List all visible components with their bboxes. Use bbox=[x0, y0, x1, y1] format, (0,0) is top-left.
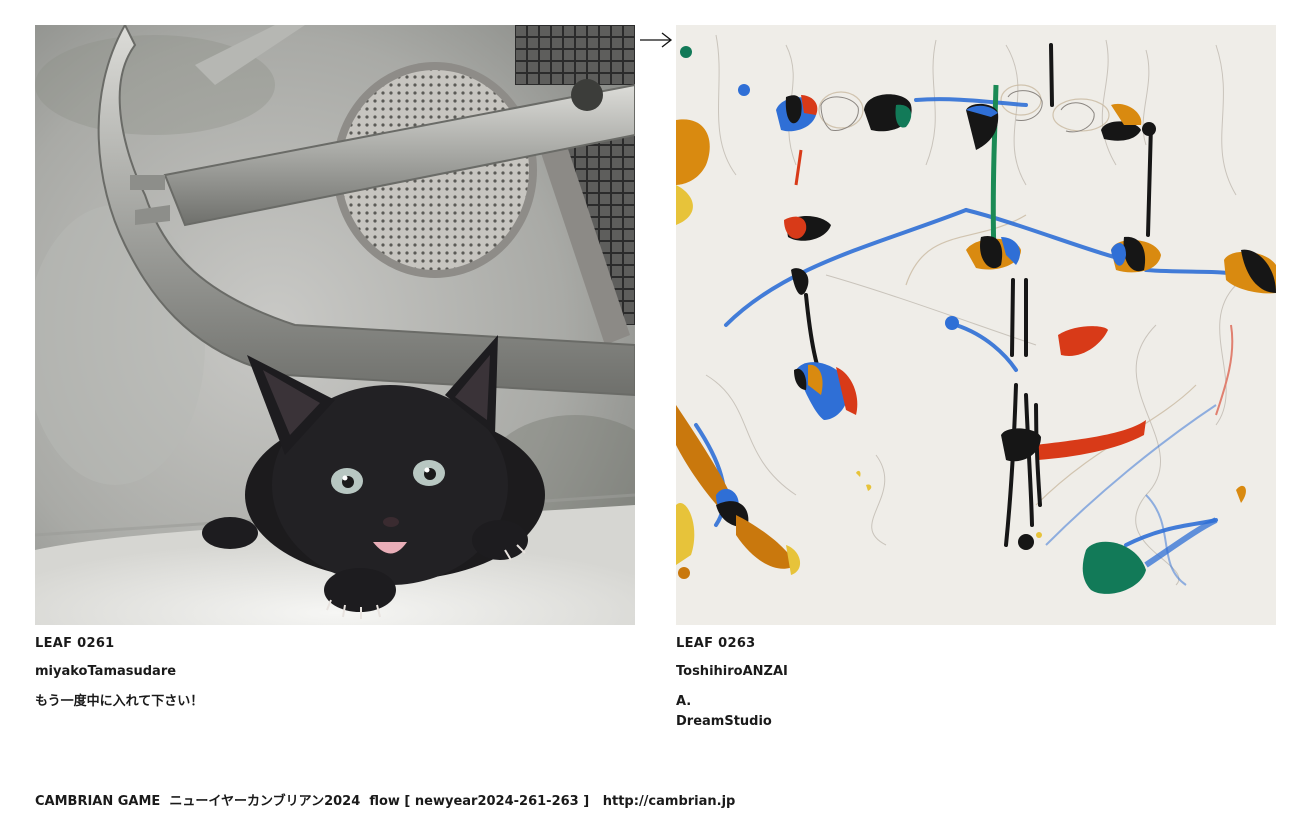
kitten-photo-illustration bbox=[35, 25, 635, 625]
abstract-painting[interactable] bbox=[676, 25, 1276, 625]
caption-line: A. bbox=[676, 694, 692, 709]
caption-line: DreamStudio bbox=[676, 714, 772, 729]
abstract-painting-illustration bbox=[676, 25, 1276, 625]
footer-url-link[interactable]: http://cambrian.jp bbox=[603, 794, 736, 809]
leaf-id[interactable]: LEAF 0261 bbox=[35, 636, 635, 652]
caption-line: もう一度中に入れて下さい！ bbox=[35, 694, 204, 709]
leaf-id[interactable]: LEAF 0263 bbox=[676, 636, 1276, 652]
author-name[interactable]: ToshihiroANZAI bbox=[676, 664, 1276, 680]
footer-flow: flow [ newyear2024-261-263 ] bbox=[369, 794, 590, 809]
footer: CAMBRIAN GAME ニューイヤーカンブリアン2024 flow [ ne… bbox=[35, 794, 735, 810]
footer-title[interactable]: ニューイヤーカンブリアン2024 bbox=[169, 794, 360, 809]
leaf-caption: A. DreamStudio bbox=[676, 692, 1276, 732]
leaf-card-0263: LEAF 0263 ToshihiroANZAI A. DreamStudio bbox=[676, 25, 1276, 732]
kitten-photo[interactable] bbox=[35, 25, 635, 625]
leaf-caption: もう一度中に入れて下さい！ bbox=[35, 692, 635, 712]
leaf-card-0261: LEAF 0261 miyakoTamasudare もう一度中に入れて下さい！ bbox=[35, 25, 635, 712]
footer-game-link[interactable]: CAMBRIAN GAME bbox=[35, 794, 160, 809]
right-arrow-icon bbox=[640, 32, 673, 48]
author-name[interactable]: miyakoTamasudare bbox=[35, 664, 635, 680]
